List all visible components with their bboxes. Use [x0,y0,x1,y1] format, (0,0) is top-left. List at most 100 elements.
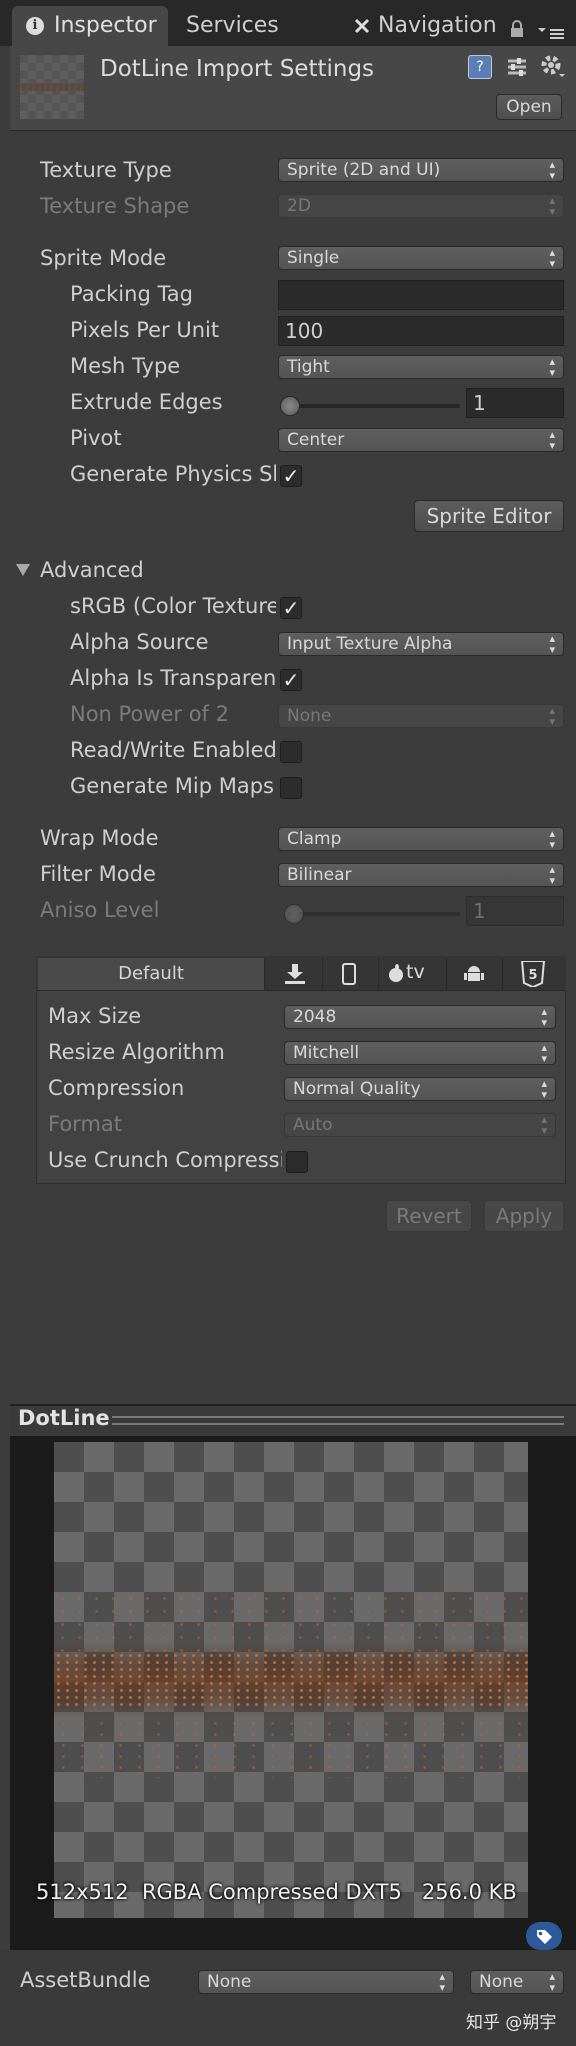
dropdown-arrow-icon: ▴ ▾ [549,704,555,728]
lock-icon[interactable] [510,20,524,38]
format-value: Auto [293,1115,333,1135]
pixels-per-unit-input[interactable]: 100 [278,316,564,346]
sprite-editor-button[interactable]: Sprite Editor [414,500,564,532]
dropdown-arrow-icon: ▴ ▾ [549,863,555,887]
compression-value: Normal Quality [293,1079,421,1099]
mip-maps-label: Generate Mip Maps [70,774,274,798]
read-write-label: Read/Write Enabled [70,738,276,762]
dropdown-arrow-icon: ▴ ▾ [549,428,555,452]
tab-default[interactable]: Default [38,958,265,990]
packing-tag-input[interactable] [278,280,564,310]
dropdown-arrow-icon: ▴ ▾ [549,194,555,218]
html5-icon: 5 [520,960,546,991]
mip-maps-checkbox[interactable] [280,777,302,799]
filter-mode-label: Filter Mode [40,862,156,886]
mesh-type-dropdown[interactable]: Tight ▴ ▾ [278,355,564,379]
resize-algorithm-dropdown[interactable]: Mitchell ▴ ▾ [284,1041,556,1065]
alpha-transparency-checkbox[interactable]: ✓ [280,669,302,691]
extrude-edges-slider-track[interactable] [282,404,460,408]
max-size-value: 2048 [293,1007,337,1027]
asset-label-icon[interactable] [526,1922,562,1950]
tab-ios[interactable] [322,958,379,990]
alpha-source-label: Alpha Source [70,630,209,654]
tab-navigation[interactable]: Navigation [378,13,497,38]
srgb-checkbox[interactable]: ✓ [280,597,302,619]
revert-button[interactable]: Revert [386,1200,472,1232]
extrude-edges-input[interactable]: 1 [466,388,564,418]
pivot-dropdown[interactable]: Center ▴ ▾ [278,428,564,452]
advanced-label[interactable]: Advanced [40,558,144,582]
texture-shape-dropdown: 2D ▴ ▾ [278,194,564,218]
texture-type-dropdown[interactable]: Sprite (2D and UI) ▴ ▾ [278,158,564,182]
tab-webgl[interactable]: 5 [502,958,564,990]
pivot-value: Center [287,430,345,450]
texture-info: 512x512 RGBA Compressed DXT5 256.0 KB [36,1880,517,1904]
tab-inspector-label: Inspector [54,13,157,38]
alpha-source-dropdown[interactable]: Input Texture Alpha ▴ ▾ [278,632,564,656]
non-power-of-2-dropdown: None ▴ ▾ [278,704,564,728]
dropdown-arrow-icon: ▴ ▾ [549,158,555,182]
apply-button[interactable]: Apply [484,1200,564,1232]
tab-android[interactable] [446,958,503,990]
help-icon[interactable]: ? [468,55,492,79]
dropdown-arrow-icon: ▴ ▾ [439,1970,445,1994]
non-power-of-2-value: None [287,706,332,726]
tab-services[interactable]: Services [186,13,279,38]
asset-bundle-label: AssetBundle [20,1968,151,1992]
wrap-mode-dropdown[interactable]: Clamp ▴ ▾ [278,827,564,851]
aniso-level-input: 1 [466,896,564,926]
generate-physics-checkbox[interactable]: ✓ [280,465,302,487]
download-icon [284,964,306,988]
use-crunch-checkbox[interactable] [286,1151,308,1173]
tab-tvos[interactable]: tv [378,958,447,990]
advanced-foldout-icon[interactable] [16,564,30,576]
preset-icon[interactable] [505,55,529,79]
texture-shape-value: 2D [287,196,311,216]
gear-icon[interactable] [540,54,566,80]
format-label: Format [48,1112,123,1136]
preview-drag-handle[interactable] [112,1416,564,1425]
navigation-icon [354,18,370,34]
packing-tag-label: Packing Tag [70,282,193,306]
sprite-mode-label: Sprite Mode [40,246,167,270]
resize-algorithm-label: Resize Algorithm [48,1040,225,1064]
extrude-edges-label: Extrude Edges [70,390,223,414]
asset-bundle-variant-dropdown[interactable]: None ▴ ▾ [470,1970,564,1994]
dotline-upper-speckle [54,1592,528,1652]
texture-type-value: Sprite (2D and UI) [287,160,441,180]
dropdown-arrow-icon: ▴ ▾ [549,1970,555,1994]
max-size-label: Max Size [48,1004,142,1028]
sprite-mode-dropdown[interactable]: Single ▴ ▾ [278,246,564,270]
page-title: DotLine Import Settings [100,56,375,82]
read-write-checkbox[interactable] [280,741,302,763]
pivot-label: Pivot [70,426,122,450]
compression-label: Compression [48,1076,185,1100]
tab-standalone[interactable] [266,958,323,990]
use-crunch-label: Use Crunch Compression [48,1148,282,1172]
dropdown-arrow-icon: ▴ ▾ [549,246,555,270]
max-size-dropdown[interactable]: 2048 ▴ ▾ [284,1005,556,1029]
generate-physics-label: Generate Physics Shape [70,462,276,486]
dropdown-arrow-icon: ▴ ▾ [541,1041,547,1065]
phone-icon [342,963,356,985]
asset-bundle-name-dropdown[interactable]: None ▴ ▾ [198,1970,454,1994]
pixels-per-unit-label: Pixels Per Unit [70,318,220,342]
thumbnail-line [20,83,84,91]
tab-menu-icon[interactable] [536,22,566,40]
tab-inspector[interactable]: i Inspector [12,6,168,46]
watermark: 知乎 @朔宇 [466,2013,557,2033]
info-icon: i [26,17,44,35]
wrap-mode-value: Clamp [287,829,342,849]
resize-algorithm-value: Mitchell [293,1043,360,1063]
dropdown-arrow-icon: ▴ ▾ [549,632,555,656]
filter-mode-value: Bilinear [287,865,352,885]
alpha-transparency-label: Alpha Is Transparency [70,666,276,690]
open-button[interactable]: Open [496,94,562,120]
dotline-lower-speckle [54,1718,528,1778]
texture-preview [54,1442,528,1918]
aniso-level-label: Aniso Level [40,898,160,922]
filter-mode-dropdown[interactable]: Bilinear ▴ ▾ [278,863,564,887]
compression-dropdown[interactable]: Normal Quality ▴ ▾ [284,1077,556,1101]
aniso-slider-track [288,912,460,916]
extrude-edges-slider-knob[interactable] [280,396,300,416]
